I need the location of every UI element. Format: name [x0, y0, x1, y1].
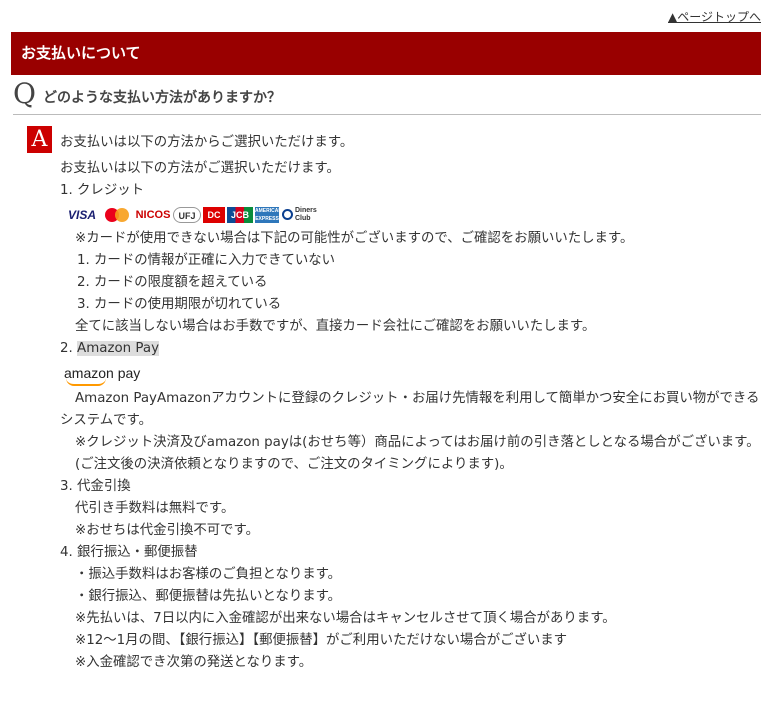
- section-header: お支払いについて: [11, 32, 761, 75]
- question-block: Q どのような支払い方法がありますか？: [13, 77, 761, 115]
- a-mark: A: [27, 126, 52, 153]
- credit-footer: 全てに該当しない場合はお手数ですが、直接カード会社にご確認をお願いいたします。: [75, 319, 596, 334]
- amazon-note2: (ご注文後の決済依頼となりますので、ご注文のタイミングによります)。: [75, 457, 513, 472]
- bank-line-1: ・振込手数料はお客様のご負担となります。: [75, 567, 342, 582]
- bank-heading: 4. 銀行振込・郵便振替: [60, 545, 198, 560]
- credit-heading: 1. クレジット: [60, 183, 144, 198]
- mastercard-logo: [103, 207, 133, 223]
- card-brand-logos: VISA NICOS UFJ DC JCB AMERICAN EXPRESS D…: [63, 204, 762, 226]
- nicos-logo: NICOS: [135, 209, 171, 221]
- ufj-card-logo: UFJ: [173, 207, 201, 223]
- question-text: どのような支払い方法がありますか？: [43, 90, 281, 106]
- answer-intro: お支払いは以下の方法からご選択いただけます。: [60, 135, 354, 150]
- answer-intro2: お支払いは以下の方法がご選択いただけます。: [60, 161, 340, 176]
- amazon-desc: Amazon PayAmazonアカウントに登録のクレジット・お届け先情報を利用…: [60, 391, 760, 428]
- credit-reason-3: 3. カードの使用期限が切れている: [77, 297, 282, 312]
- cod-heading: 3. 代金引換: [60, 479, 131, 494]
- jcb-logo: JCB: [227, 207, 253, 223]
- page-top-link[interactable]: ▲ページトップへ: [668, 8, 761, 25]
- section-title: お支払いについて: [21, 44, 141, 62]
- cod-line-2: ※おせちは代金引換不可です。: [75, 523, 259, 538]
- visa-logo: VISA: [67, 208, 96, 222]
- bank-line-4: ※12～1月の間、【銀行振込】【郵便振替】がご利用いただけない場合がございます: [75, 633, 568, 648]
- bank-line-5: ※入金確認でき次第の発送となります。: [75, 655, 313, 670]
- credit-reason-1: 1. カードの情報が正確に入力できていない: [77, 253, 336, 268]
- q-mark: Q: [13, 77, 36, 110]
- credit-note: ※カードが使用できない場合は下記の可能性がございますので、ご確認をお願いいたしま…: [75, 231, 634, 246]
- amazon-heading: 2. Amazon Pay: [60, 341, 160, 356]
- answer-body: お支払いは以下の方法からご選択いただけます。 お支払いは以下の方法がご選択いただ…: [60, 132, 762, 674]
- cod-line-1: 代引き手数料は無料です。: [75, 501, 235, 516]
- amex-logo: AMERICAN EXPRESS: [255, 207, 282, 223]
- bank-line-2: ・銀行振込、郵便振替は先払いとなります。: [75, 589, 342, 604]
- bank-line-3: ※先払いは、7日以内に入金確認が出来ない場合はキャンセルさせて頂く場合があります…: [75, 611, 616, 626]
- credit-reason-2: 2. カードの限度額を超えている: [77, 275, 268, 290]
- diners-logo: Diners Club: [281, 207, 323, 223]
- dc-logo: DC: [203, 207, 225, 223]
- amazon-note: ※クレジット決済及びamazon payは(おせち等）商品によってはお届け前の引…: [75, 435, 760, 450]
- amazon-pay-label: Amazon Pay: [77, 341, 160, 356]
- amazon-pay-logo: amazon pay: [64, 362, 762, 386]
